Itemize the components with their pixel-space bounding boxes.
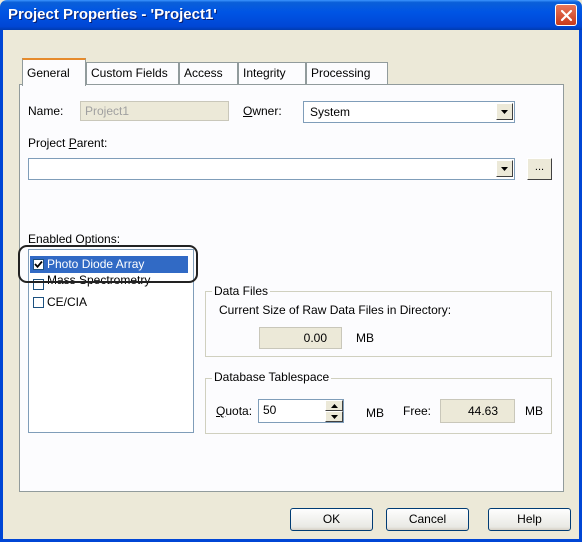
name-value: Project1	[85, 104, 130, 118]
ce-cia-checkbox[interactable]	[33, 297, 44, 308]
free-field: 44.63	[440, 399, 515, 423]
project-parent-select[interactable]	[28, 158, 515, 180]
chevron-down-icon	[501, 167, 508, 171]
quota-down-button[interactable]	[325, 411, 343, 422]
browse-button[interactable]: ...	[527, 158, 552, 180]
tablespace-legend: Database Tablespace	[212, 370, 332, 384]
arrow-up-icon	[331, 404, 338, 408]
owner-label-rest: wner:	[252, 104, 282, 118]
close-icon	[560, 9, 573, 22]
owner-select[interactable]: System	[303, 101, 515, 123]
name-label: Name:	[28, 104, 64, 118]
quota-up-button[interactable]	[325, 400, 343, 411]
chevron-down-icon	[501, 110, 508, 114]
project-parent-dropdown-button[interactable]	[496, 160, 513, 177]
free-label: Free:	[403, 404, 432, 418]
data-files-size-field: 0.00	[259, 327, 342, 349]
project-parent-label-accel: P	[68, 136, 77, 150]
help-button[interactable]: Help	[488, 508, 571, 531]
enabled-options-label: Enabled Options:	[28, 232, 121, 246]
tab-general[interactable]: General	[22, 58, 86, 86]
name-field: Project1	[80, 101, 229, 121]
ce-cia-label: CE/CIA	[47, 295, 88, 309]
data-files-legend: Data Files	[212, 284, 271, 298]
quota-label-rest: uota:	[225, 404, 253, 418]
free-unit: MB	[525, 404, 543, 418]
data-files-group	[205, 291, 552, 357]
quota-stepper[interactable]: 50	[258, 399, 344, 423]
close-button[interactable]	[555, 4, 577, 26]
quota-label-accel: Q	[216, 404, 226, 418]
owner-label: Owner:	[243, 104, 282, 118]
project-parent-label-rest: arent:	[76, 136, 108, 150]
window-title: Project Properties - 'Project1'	[8, 6, 217, 23]
cancel-button[interactable]: Cancel	[386, 508, 469, 531]
ok-button[interactable]: OK	[290, 508, 373, 531]
arrow-down-icon	[331, 415, 338, 419]
owner-label-accel: O	[243, 104, 253, 118]
highlight-callout	[18, 245, 198, 283]
data-files-description: Current Size of Raw Data Files in Direct…	[219, 303, 452, 317]
window-frame-left	[0, 30, 3, 542]
data-files-size-value: 0.00	[303, 331, 327, 345]
data-files-size-unit: MB	[356, 331, 374, 345]
project-parent-label: Project Parent:	[28, 136, 107, 150]
tab-access[interactable]: Access	[179, 62, 238, 84]
quota-label: Quota:	[216, 404, 252, 418]
quota-value: 50	[263, 403, 277, 417]
project-parent-label-pre: Project	[28, 136, 69, 150]
owner-value: System	[310, 105, 351, 119]
owner-dropdown-button[interactable]	[496, 103, 513, 120]
list-item[interactable]: CE/CIA	[30, 294, 188, 311]
quota-unit: MB	[366, 406, 384, 420]
tab-custom-fields[interactable]: Custom Fields	[86, 62, 179, 84]
free-value: 44.63	[467, 404, 498, 418]
tab-integrity[interactable]: Integrity	[238, 62, 306, 84]
tab-processing[interactable]: Processing	[306, 62, 388, 84]
